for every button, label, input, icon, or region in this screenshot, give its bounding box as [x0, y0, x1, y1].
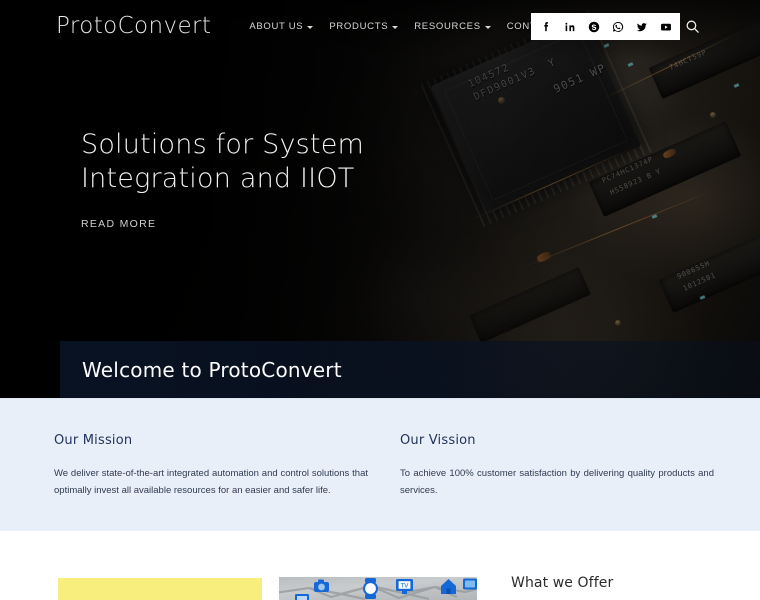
page-root: PC74HC1374P HS58923 B Y 74HCT59P 9006SSH…: [0, 0, 760, 600]
nav-links: ABOUT US PRODUCTS RESOURCES CONTACT US: [249, 21, 574, 32]
offer-card-yellow[interactable]: [58, 578, 262, 600]
top-navigation-bar: ProtoConvert ABOUT US PRODUCTS RESOURCES…: [0, 0, 760, 52]
social-links-bar: [531, 13, 680, 40]
search-icon[interactable]: [684, 18, 701, 35]
mission-heading: Our Mission: [54, 433, 133, 448]
vision-heading: Our Vission: [400, 433, 476, 448]
offer-section: TV What we Offer: [0, 531, 760, 600]
mission-vision-row: Our Mission We deliver state-of-the-art …: [54, 433, 714, 499]
hero-title-line-1: Solutions for System: [81, 129, 365, 160]
iot-network-graphic[interactable]: TV: [279, 577, 477, 600]
site-logo[interactable]: ProtoConvert: [56, 13, 211, 39]
youtube-icon[interactable]: [658, 19, 673, 34]
chevron-down-icon: [307, 25, 314, 29]
vision-body: To achieve 100% customer satisfaction by…: [400, 468, 714, 496]
skype-icon[interactable]: [586, 19, 601, 34]
chevron-down-icon: [484, 25, 491, 29]
nav-item-resources[interactable]: RESOURCES: [414, 20, 491, 32]
hero-title: Solutions for System Integration and IIO…: [81, 128, 364, 196]
tablet-icon: [463, 578, 477, 590]
offer-heading: What we Offer: [511, 575, 614, 591]
smartwatch-icon: [363, 578, 378, 599]
nav-item-products[interactable]: PRODUCTS: [329, 20, 399, 32]
mission-body: We deliver state-of-the-art integrated a…: [54, 468, 368, 496]
chevron-down-icon: [392, 25, 399, 29]
camera-icon: [314, 579, 329, 592]
mission-vision-section: Our Mission We deliver state-of-the-art …: [0, 398, 760, 531]
welcome-banner: Welcome to ProtoConvert: [60, 341, 760, 398]
facebook-icon[interactable]: [538, 19, 553, 34]
hero-title-line-2: Integration and IIOT: [81, 163, 355, 194]
hero-section: PC74HC1374P HS58923 B Y 74HCT59P 9006SSH…: [0, 0, 760, 398]
svg-text:TV: TV: [400, 583, 410, 590]
whatsapp-icon[interactable]: [610, 19, 625, 34]
vision-column: Our Vission To achieve 100% customer sat…: [400, 433, 714, 499]
nav-item-label: ABOUT US: [249, 20, 304, 32]
home-icon: [441, 579, 456, 594]
hero-copy: Solutions for System Integration and IIO…: [81, 128, 364, 232]
mission-column: Our Mission We deliver state-of-the-art …: [54, 433, 368, 499]
twitter-icon[interactable]: [634, 19, 649, 34]
nav-item-label: PRODUCTS: [329, 20, 389, 32]
nav-item-about-us[interactable]: ABOUT US: [249, 20, 314, 32]
linkedin-icon[interactable]: [562, 19, 577, 34]
read-more-link[interactable]: READ MORE: [81, 218, 156, 230]
laptop-icon: [295, 594, 309, 600]
nav-item-label: RESOURCES: [414, 20, 481, 32]
welcome-heading: Welcome to ProtoConvert: [82, 357, 342, 382]
